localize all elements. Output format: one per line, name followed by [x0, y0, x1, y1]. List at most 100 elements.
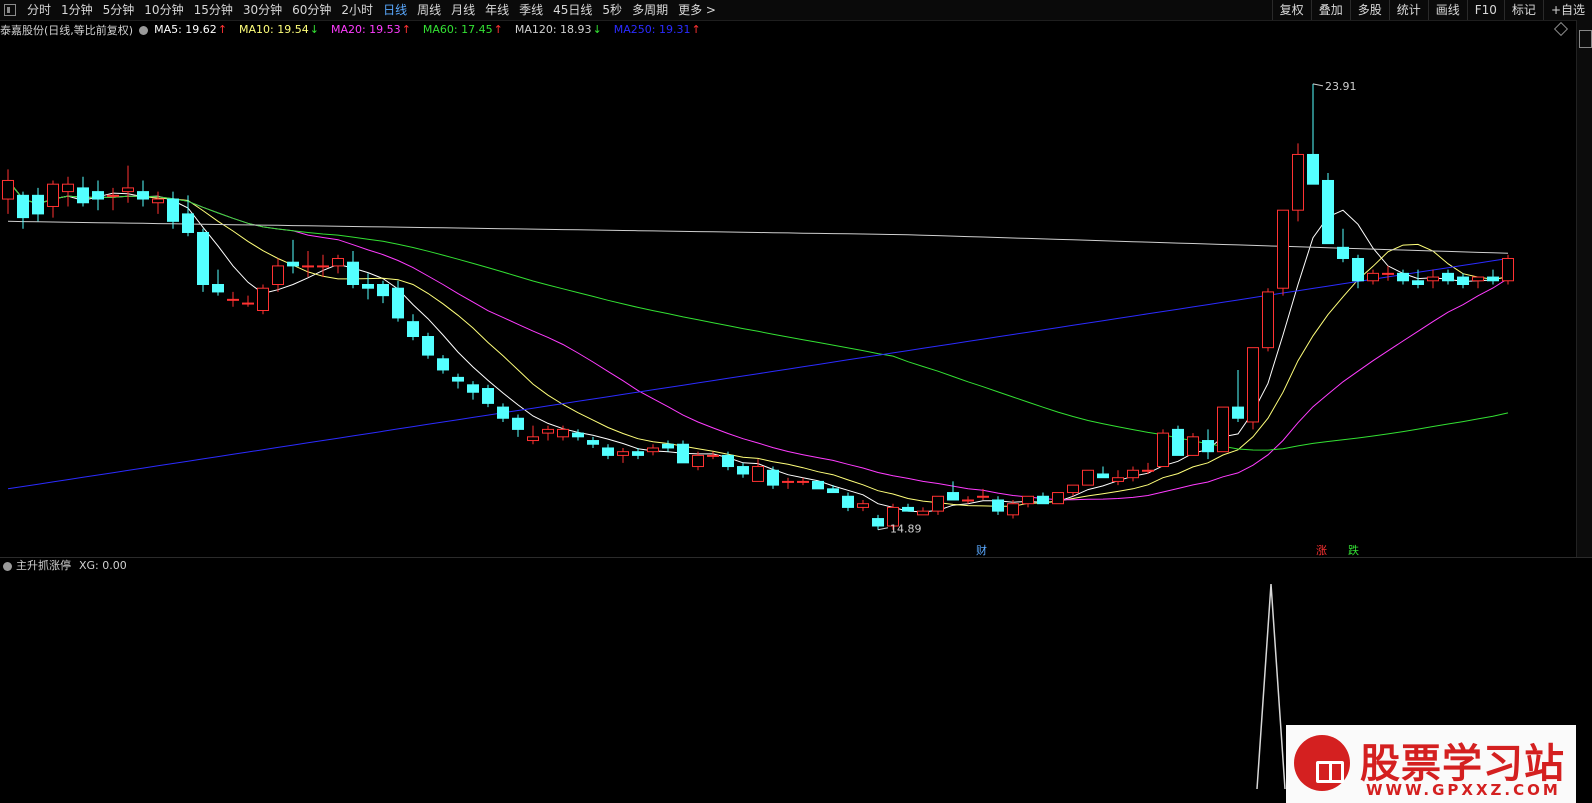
candle-body: [917, 510, 929, 516]
candle-body: [1247, 347, 1259, 423]
tool-button-6[interactable]: 标记: [1503, 0, 1543, 20]
candle-11: [167, 191, 179, 229]
candle-body: [1112, 477, 1124, 482]
candle-body: [737, 466, 749, 475]
candle-body: [332, 257, 344, 267]
candle-31: [467, 381, 479, 400]
tool-button-4[interactable]: 画线: [1427, 0, 1467, 20]
candle-16: [242, 295, 254, 307]
side-scrollbar[interactable]: [1576, 20, 1592, 557]
indicator-bar: 主升抓涨停 XG: 0.00: [0, 557, 127, 573]
period-tab-2[interactable]: 5分钟: [98, 0, 140, 20]
candle-15: [227, 291, 239, 307]
ma-label-0: MA5: 19.62↑: [154, 23, 228, 36]
book-logo-icon: [1294, 735, 1350, 791]
period-tab-5[interactable]: 30分钟: [238, 0, 287, 20]
period-tab-10[interactable]: 月线: [446, 0, 480, 20]
candle-body: [1457, 276, 1469, 285]
candle-body: [557, 428, 569, 438]
candle-0: [2, 169, 14, 214]
candle-7: [107, 187, 119, 211]
candle-body: [362, 283, 374, 289]
low-pointer: [877, 527, 889, 531]
stock-title: 泰嘉股份(日线,等比前复权): [0, 23, 134, 37]
tool-button-1[interactable]: 叠加: [1310, 0, 1350, 20]
candle-29: [437, 355, 449, 374]
indicator-settings-icon[interactable]: [3, 561, 12, 571]
period-tab-12[interactable]: 季线: [514, 0, 548, 20]
candle-body: [17, 194, 29, 219]
panel-toggle-icon[interactable]: [4, 4, 16, 16]
period-tab-11[interactable]: 年线: [480, 0, 514, 20]
candle-5: [77, 176, 89, 207]
candle-44: [662, 440, 674, 452]
candle-body: [677, 443, 689, 464]
candle-98: [1472, 276, 1484, 289]
pane-divider[interactable]: [0, 557, 1592, 558]
candle-body: [137, 191, 149, 200]
tool-button-7[interactable]: +自选: [1542, 0, 1592, 20]
candle-27: [407, 314, 419, 341]
candle-70: [1052, 492, 1064, 505]
ma-label-5: MA250: 19.31↑: [613, 23, 701, 36]
candle-87: [1307, 83, 1319, 185]
candle-body: [1082, 469, 1094, 486]
period-tab-14[interactable]: 5秒: [597, 0, 627, 20]
candle-body: [992, 499, 1004, 512]
candle-77: [1157, 429, 1169, 468]
period-tab-1[interactable]: 1分钟: [56, 0, 98, 20]
candle-body: [392, 287, 404, 319]
period-tab-13[interactable]: 45日线: [548, 0, 597, 20]
scrollbar-thumb[interactable]: [1579, 30, 1592, 48]
period-tab-15[interactable]: 多周期: [627, 0, 673, 20]
candle-body: [1187, 436, 1199, 456]
candle-3: [47, 180, 59, 218]
period-tab-3[interactable]: 10分钟: [139, 0, 188, 20]
candle-body: [872, 518, 884, 527]
candle-24: [362, 273, 374, 300]
candle-13: [197, 228, 209, 292]
candle-45: [677, 440, 689, 464]
tool-button-5[interactable]: F10: [1466, 0, 1504, 20]
tool-button-2[interactable]: 多股: [1349, 0, 1389, 20]
candle-19: [287, 239, 299, 274]
candle-body: [272, 265, 284, 285]
period-tab-8[interactable]: 日线: [378, 0, 412, 20]
candle-body: [287, 261, 299, 267]
candle-body: [452, 376, 464, 382]
candle-body: [797, 480, 809, 483]
candle-96: [1442, 269, 1454, 285]
tool-button-0[interactable]: 复权: [1271, 0, 1311, 20]
candle-78: [1172, 425, 1184, 456]
period-tab-7[interactable]: 2小时: [336, 0, 378, 20]
period-tab-0[interactable]: 分时: [22, 0, 56, 20]
candle-58: [872, 514, 884, 530]
candle-52: [782, 477, 794, 489]
candle-body: [1442, 272, 1454, 282]
period-toolbar: 分时 1分钟 5分钟 10分钟 15分钟 30分钟 60分钟 2小时 日线 周线 月线 年线 季线 45日…: [0, 0, 1592, 21]
period-tabs: 分时 1分钟 5分钟 10分钟 15分钟 30分钟 60分钟 2小时 日线 周线 月线 年线 季线 45日…: [0, 0, 721, 20]
candle-46: [692, 451, 704, 471]
period-tab-9[interactable]: 周线: [412, 0, 446, 20]
period-tab-4[interactable]: 15分钟: [189, 0, 238, 20]
candle-6: [92, 180, 104, 211]
candle-body: [1232, 406, 1244, 419]
settings-circle-icon[interactable]: [139, 26, 149, 35]
tool-buttons: 复权 叠加 多股 统计 画线 F10 标记 +自选: [1271, 0, 1592, 20]
candle-85: [1277, 209, 1289, 296]
candlestick-chart[interactable]: 23.91 14.89 财 涨 跌: [0, 38, 1576, 557]
candle-25: [377, 280, 389, 304]
period-tab-6[interactable]: 60分钟: [287, 0, 336, 20]
ma-arrow-3: ↑: [493, 23, 503, 36]
expand-diamond-icon[interactable]: [1553, 21, 1569, 37]
candle-57: [857, 499, 869, 512]
indicator-value: XG: 0.00: [79, 558, 127, 572]
candle-body: [767, 469, 779, 486]
candle-62: [932, 495, 944, 515]
period-tab-16[interactable]: 更多 >: [673, 0, 721, 20]
tool-button-3[interactable]: 统计: [1388, 0, 1428, 20]
candle-100: [1502, 254, 1514, 285]
low-label: 14.89: [890, 523, 922, 536]
candle-body: [1022, 495, 1034, 505]
candle-84: [1262, 288, 1274, 352]
